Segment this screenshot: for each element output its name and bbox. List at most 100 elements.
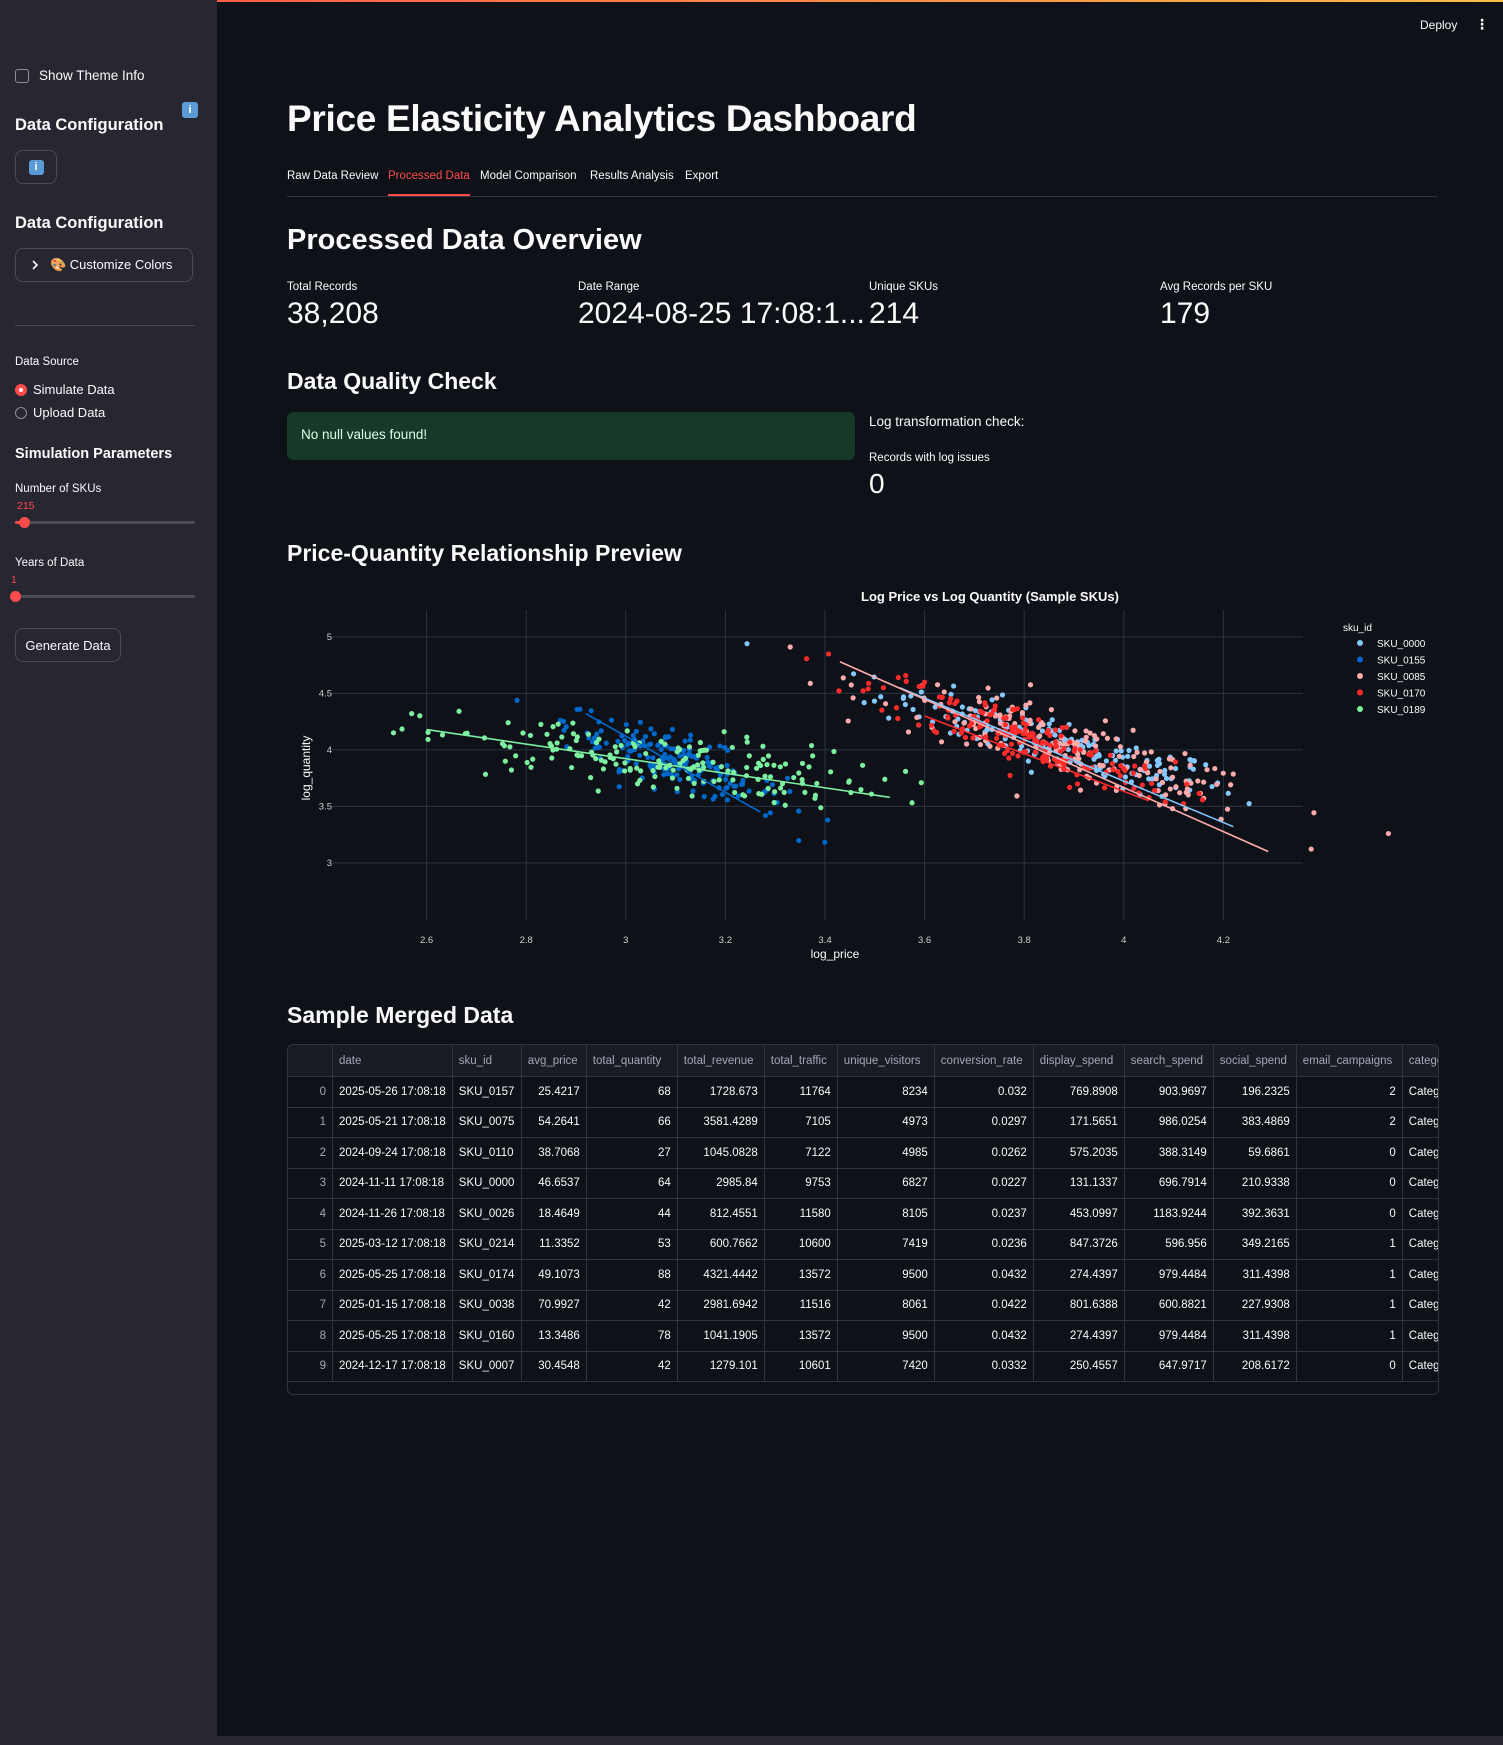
table-cell[interactable]: 812.4551 (677, 1198, 765, 1230)
chart-legend[interactable]: sku_id SKU_0000 SKU_0155 SKU_0085 SKU_0170 S… (1343, 623, 1426, 716)
table-cell[interactable]: 18.4649 (521, 1198, 587, 1230)
table-cell[interactable]: 1 (1296, 1229, 1403, 1260)
table-cell[interactable]: 8234 (837, 1076, 935, 1108)
table-cell[interactable]: 1 (1296, 1290, 1403, 1321)
table-cell[interactable]: 70.9927 (521, 1290, 587, 1321)
table-cell[interactable]: Category_ (1402, 1351, 1438, 1382)
column-header[interactable] (288, 1045, 333, 1077)
column-header[interactable]: social_spend (1213, 1045, 1297, 1077)
table-cell[interactable]: 392.3631 (1213, 1198, 1297, 1230)
tab-results-analysis[interactable]: Results Analysis (590, 170, 674, 194)
table-cell[interactable]: 42 (586, 1351, 678, 1382)
table-cell[interactable]: 1 (1296, 1320, 1403, 1352)
table-cell[interactable]: 88 (586, 1259, 678, 1291)
table-cell[interactable]: 2025-05-25 17:08:18 (332, 1320, 453, 1352)
column-header[interactable]: total_traffic (764, 1045, 838, 1077)
table-cell[interactable]: 7122 (764, 1137, 838, 1169)
table-row[interactable]: 8 2025-05-25 17:08:18 SKU_0160 13.3486 78 104… (288, 1320, 1438, 1352)
column-header[interactable]: total_quantity (586, 1045, 678, 1077)
table-cell[interactable]: 1041.1905 (677, 1320, 765, 1352)
table-cell[interactable]: 0.0297 (934, 1107, 1034, 1138)
table-cell[interactable]: Category_ (1402, 1198, 1438, 1230)
table-cell[interactable]: 274.4397 (1033, 1259, 1125, 1291)
table-cell[interactable]: 0.0422 (934, 1290, 1034, 1321)
table-cell[interactable]: 7420 (837, 1351, 935, 1382)
table-cell[interactable]: 2024-11-26 17:08:18 (332, 1198, 453, 1230)
table-cell[interactable]: 0.0432 (934, 1259, 1034, 1291)
table-cell[interactable]: 979.4484 (1124, 1259, 1214, 1291)
table-cell[interactable]: 5 (288, 1229, 333, 1260)
table-cell[interactable]: 44 (586, 1198, 678, 1230)
table-cell[interactable]: SKU_0157 (452, 1076, 522, 1108)
table-row[interactable]: 3 2024-11-11 17:08:18 SKU_0000 46.6537 64 298… (288, 1168, 1438, 1199)
table-cell[interactable]: 1279.101 (677, 1351, 765, 1382)
tab-export[interactable]: Export (685, 170, 718, 194)
table-cell[interactable]: 11.3352 (521, 1229, 587, 1260)
table-cell[interactable]: 2 (1296, 1107, 1403, 1138)
table-cell[interactable]: 1 (288, 1107, 333, 1138)
table-cell[interactable]: 2025-03-12 17:08:18 (332, 1229, 453, 1260)
table-cell[interactable]: 11764 (764, 1076, 838, 1108)
generate-data-button[interactable]: Generate Data (15, 628, 121, 662)
table-cell[interactable]: 227.9308 (1213, 1290, 1297, 1321)
table-cell[interactable]: 4985 (837, 1137, 935, 1169)
table-cell[interactable]: SKU_0174 (452, 1259, 522, 1291)
info-icon[interactable]: i (182, 102, 198, 118)
table-cell[interactable]: 6827 (837, 1168, 935, 1199)
radio-simulate-data[interactable]: Simulate Data (15, 382, 115, 397)
table-row[interactable]: 1 2025-05-21 17:08:18 SKU_0075 54.2641 66 358… (288, 1107, 1438, 1138)
table-cell[interactable]: 903.9697 (1124, 1076, 1214, 1108)
table-cell[interactable]: 8 (288, 1320, 333, 1352)
table-cell[interactable]: 0 (1296, 1137, 1403, 1169)
table-cell[interactable]: 11516 (764, 1290, 838, 1321)
table-cell[interactable]: 78 (586, 1320, 678, 1352)
column-header[interactable]: display_spend (1033, 1045, 1125, 1077)
table-cell[interactable]: 46.6537 (521, 1168, 587, 1199)
table-row[interactable]: 0 2025-05-26 17:08:18 SKU_0157 25.4217 68 172… (288, 1076, 1438, 1108)
column-header[interactable]: total_revenue (677, 1045, 765, 1077)
table-cell[interactable]: 13572 (764, 1259, 838, 1291)
tab-processed-data[interactable]: Processed Data (388, 170, 470, 196)
table-cell[interactable]: 9753 (764, 1168, 838, 1199)
main-menu-icon[interactable]: ⋮ (1475, 16, 1489, 33)
table-cell[interactable]: 25.4217 (521, 1076, 587, 1108)
tab-raw-data-review[interactable]: Raw Data Review (287, 170, 378, 194)
table-cell[interactable]: 59.6861 (1213, 1137, 1297, 1169)
table-cell[interactable]: 0.0227 (934, 1168, 1034, 1199)
customize-colors-expander[interactable]: 🎨 Customize Colors (15, 248, 193, 282)
table-cell[interactable]: 0.0432 (934, 1320, 1034, 1352)
table-cell[interactable]: 769.8908 (1033, 1076, 1125, 1108)
table-cell[interactable]: 49.1073 (521, 1259, 587, 1291)
table-cell[interactable]: 6 (288, 1259, 333, 1291)
table-cell[interactable]: Category_ (1402, 1259, 1438, 1291)
table-cell[interactable]: 1045.0828 (677, 1137, 765, 1169)
table-cell[interactable]: 2025-01-15 17:08:18 (332, 1290, 453, 1321)
table-cell[interactable]: 801.6388 (1033, 1290, 1125, 1321)
table-cell[interactable]: Category_ (1402, 1290, 1438, 1321)
table-cell[interactable]: 54.2641 (521, 1107, 587, 1138)
table-cell[interactable]: 274.4397 (1033, 1320, 1125, 1352)
table-cell[interactable]: 696.7914 (1124, 1168, 1214, 1199)
data-table[interactable]: date sku_id avg_price total_quantity total_r… (287, 1044, 1439, 1395)
table-cell[interactable]: 600.8821 (1124, 1290, 1214, 1321)
column-header[interactable]: unique_visitors (837, 1045, 935, 1077)
scatter-chart[interactable]: Log Price vs Log Quantity (Sample SKUs) … (287, 580, 1437, 980)
info-button[interactable]: i (15, 150, 57, 184)
table-cell[interactable]: 30.4548 (521, 1351, 587, 1382)
table-cell[interactable]: 42 (586, 1290, 678, 1321)
slider-thumb[interactable] (10, 591, 21, 602)
table-cell[interactable]: 311.4398 (1213, 1259, 1297, 1291)
table-cell[interactable]: Category_ (1402, 1168, 1438, 1199)
column-header[interactable]: date (332, 1045, 453, 1077)
table-cell[interactable]: 0 (1296, 1198, 1403, 1230)
table-cell[interactable]: 2981.6942 (677, 1290, 765, 1321)
table-cell[interactable]: SKU_0026 (452, 1198, 522, 1230)
table-cell[interactable]: 2 (1296, 1076, 1403, 1108)
table-cell[interactable]: 0.0237 (934, 1198, 1034, 1230)
column-header[interactable]: conversion_rate (934, 1045, 1034, 1077)
table-cell[interactable]: 196.2325 (1213, 1076, 1297, 1108)
table-cell[interactable]: SKU_0214 (452, 1229, 522, 1260)
table-cell[interactable]: 53 (586, 1229, 678, 1260)
table-cell[interactable]: 0 (1296, 1168, 1403, 1199)
table-cell[interactable]: 1 (1296, 1259, 1403, 1291)
